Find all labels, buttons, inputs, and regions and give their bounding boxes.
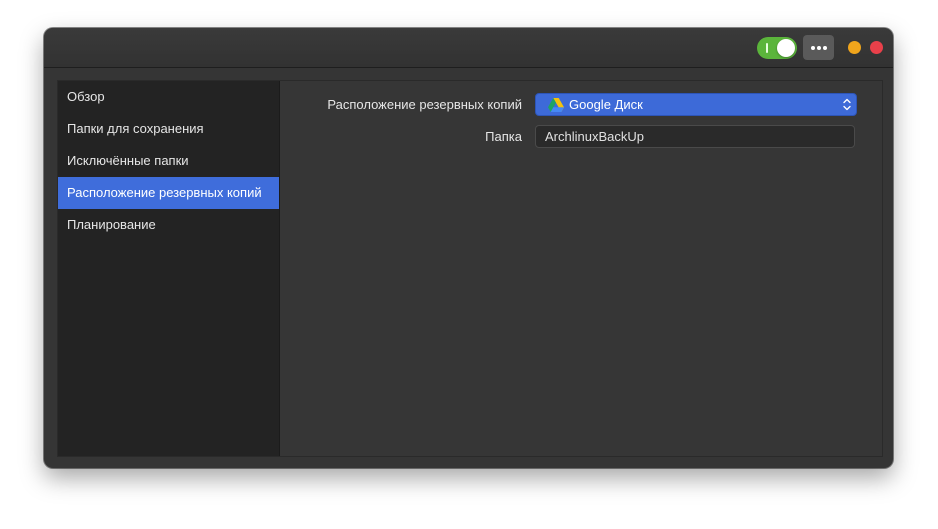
sidebar-item-overview[interactable]: Обзор	[58, 81, 279, 113]
chevron-up-down-icon	[843, 98, 851, 111]
sidebar-item-label: Планирование	[67, 217, 156, 232]
location-label: Расположение резервных копий	[327, 97, 522, 112]
settings-content: Обзор Папки для сохранения Исключённые п…	[57, 80, 883, 457]
close-button[interactable]	[870, 41, 883, 54]
sidebar-item-excluded-folders[interactable]: Исключённые папки	[58, 145, 279, 177]
folder-label: Папка	[485, 129, 522, 144]
sidebar: Обзор Папки для сохранения Исключённые п…	[58, 81, 280, 456]
sidebar-item-scheduling[interactable]: Планирование	[58, 209, 279, 241]
sidebar-item-backup-folders[interactable]: Папки для сохранения	[58, 113, 279, 145]
sidebar-item-backup-location[interactable]: Расположение резервных копий	[58, 177, 279, 209]
sidebar-item-label: Папки для сохранения	[67, 121, 204, 136]
toggle-knob	[777, 39, 795, 57]
sidebar-item-label: Исключённые папки	[67, 153, 189, 168]
more-options-button[interactable]	[803, 35, 834, 60]
location-select[interactable]: Google Диск	[535, 93, 857, 116]
location-select-value: Google Диск	[569, 97, 643, 112]
toggle-on-mark	[766, 43, 768, 53]
enable-toggle[interactable]	[757, 37, 797, 59]
title-bar[interactable]	[44, 28, 893, 68]
sidebar-item-label: Обзор	[67, 89, 105, 104]
sidebar-item-label: Расположение резервных копий	[67, 185, 262, 200]
folder-input[interactable]	[535, 125, 855, 148]
google-drive-icon	[548, 98, 564, 112]
app-window: Обзор Папки для сохранения Исключённые п…	[44, 28, 893, 468]
minimize-button[interactable]	[848, 41, 861, 54]
